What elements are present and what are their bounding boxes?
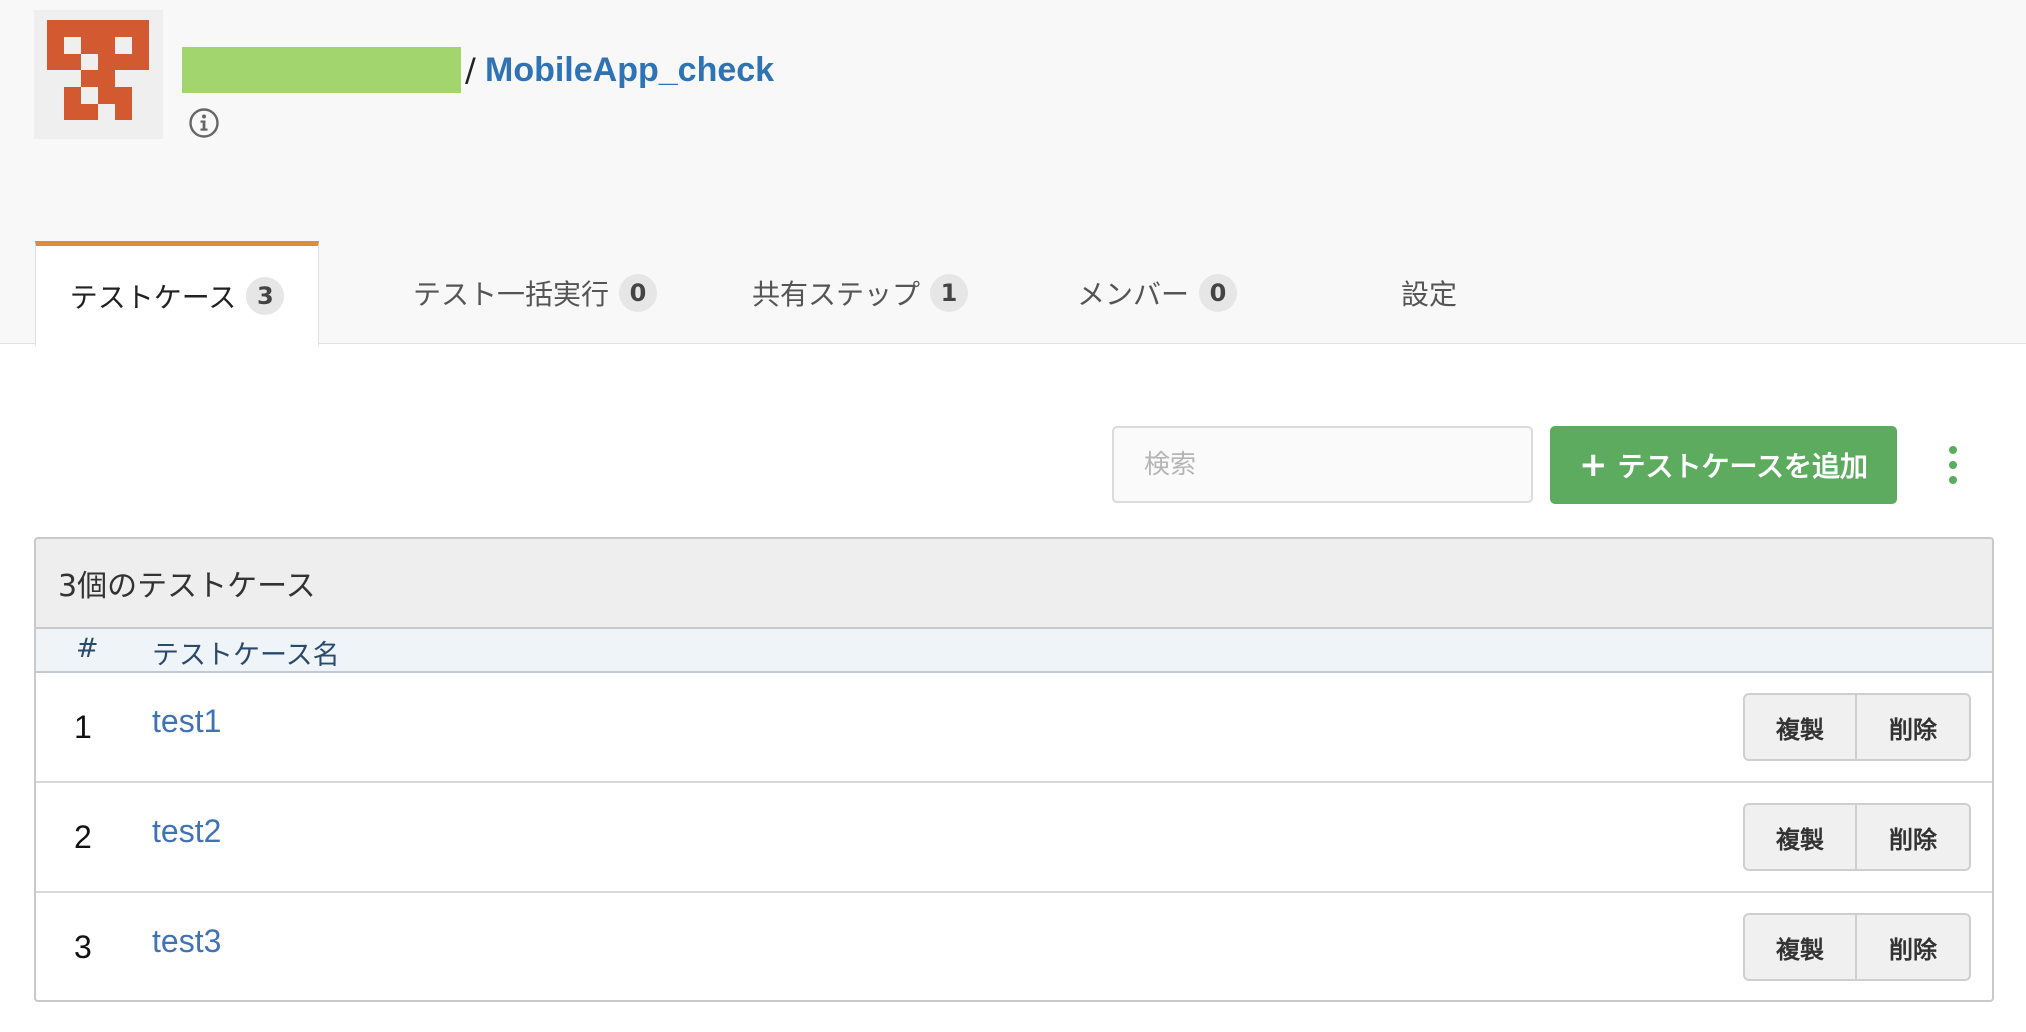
- row-number: 3: [74, 929, 92, 965]
- tab-settings[interactable]: 設定: [1379, 241, 1479, 345]
- delete-button[interactable]: 削除: [1857, 693, 1971, 761]
- kebab-dot: [1949, 446, 1957, 454]
- test-case-link[interactable]: test2: [152, 813, 221, 850]
- kebab-dot: [1949, 476, 1957, 484]
- table-row: 2 test2 複製 削除: [36, 783, 1992, 893]
- table-header: # テストケース名: [36, 629, 1992, 673]
- search-input[interactable]: [1112, 426, 1533, 503]
- test-case-panel: 3個のテストケース # テストケース名 1 test1 複製 削除 2 test…: [34, 537, 1994, 1002]
- project-header: / MobileApp_check テストケース 3 テスト一括実行 0 共有ス…: [0, 0, 2026, 346]
- delete-button[interactable]: 削除: [1857, 803, 1971, 871]
- tab-label: テストケース: [69, 281, 237, 314]
- column-header-number: #: [76, 633, 99, 664]
- info-icon[interactable]: [188, 107, 220, 139]
- copy-button[interactable]: 複製: [1743, 803, 1857, 871]
- table-row: 3 test3 複製 削除: [36, 893, 1992, 1000]
- tab-label: 設定: [1400, 278, 1457, 311]
- tab-label: 共有ステップ: [751, 278, 920, 311]
- tab-members[interactable]: メンバー 0: [1052, 241, 1262, 345]
- add-test-case-label: テストケースを追加: [1617, 450, 1869, 483]
- count-badge: 3: [246, 277, 285, 315]
- more-options-icon[interactable]: [1938, 440, 1968, 490]
- test-case-link[interactable]: test1: [152, 703, 221, 740]
- tab-label: テスト一括実行: [412, 278, 609, 311]
- breadcrumb-separator: /: [465, 51, 476, 89]
- tab-shared-steps[interactable]: 共有ステップ 1: [725, 241, 995, 345]
- test-case-link[interactable]: test3: [152, 923, 221, 960]
- row-actions: 複製 削除: [1743, 693, 1971, 761]
- delete-button[interactable]: 削除: [1857, 913, 1971, 981]
- owner-name-redacted: [182, 47, 461, 93]
- tab-label: メンバー: [1076, 278, 1189, 311]
- project-avatar: [34, 10, 163, 139]
- row-actions: 複製 削除: [1743, 803, 1971, 871]
- row-actions: 複製 削除: [1743, 913, 1971, 981]
- row-number: 1: [74, 709, 92, 745]
- tab-bulk-run[interactable]: テスト一括実行 0: [385, 241, 685, 345]
- count-badge: 0: [1199, 274, 1237, 312]
- count-badge: 0: [619, 274, 657, 312]
- count-badge: 1: [930, 274, 968, 312]
- project-tabs: テストケース 3 テスト一括実行 0 共有ステップ 1 メンバー 0 設定: [35, 241, 1735, 346]
- tab-test-cases[interactable]: テストケース 3: [35, 241, 319, 346]
- identicon-icon: [34, 10, 163, 139]
- table-row: 1 test1 複製 削除: [36, 673, 1992, 783]
- row-number: 2: [74, 819, 92, 855]
- add-test-case-button[interactable]: + テストケースを追加: [1550, 426, 1897, 504]
- copy-button[interactable]: 複製: [1743, 913, 1857, 981]
- kebab-dot: [1949, 461, 1957, 469]
- copy-button[interactable]: 複製: [1743, 693, 1857, 761]
- panel-heading: 3個のテストケース: [36, 539, 1992, 629]
- project-name-link[interactable]: MobileApp_check: [485, 46, 774, 94]
- plus-icon: +: [1578, 445, 1608, 485]
- column-header-name: テストケース名: [152, 640, 340, 671]
